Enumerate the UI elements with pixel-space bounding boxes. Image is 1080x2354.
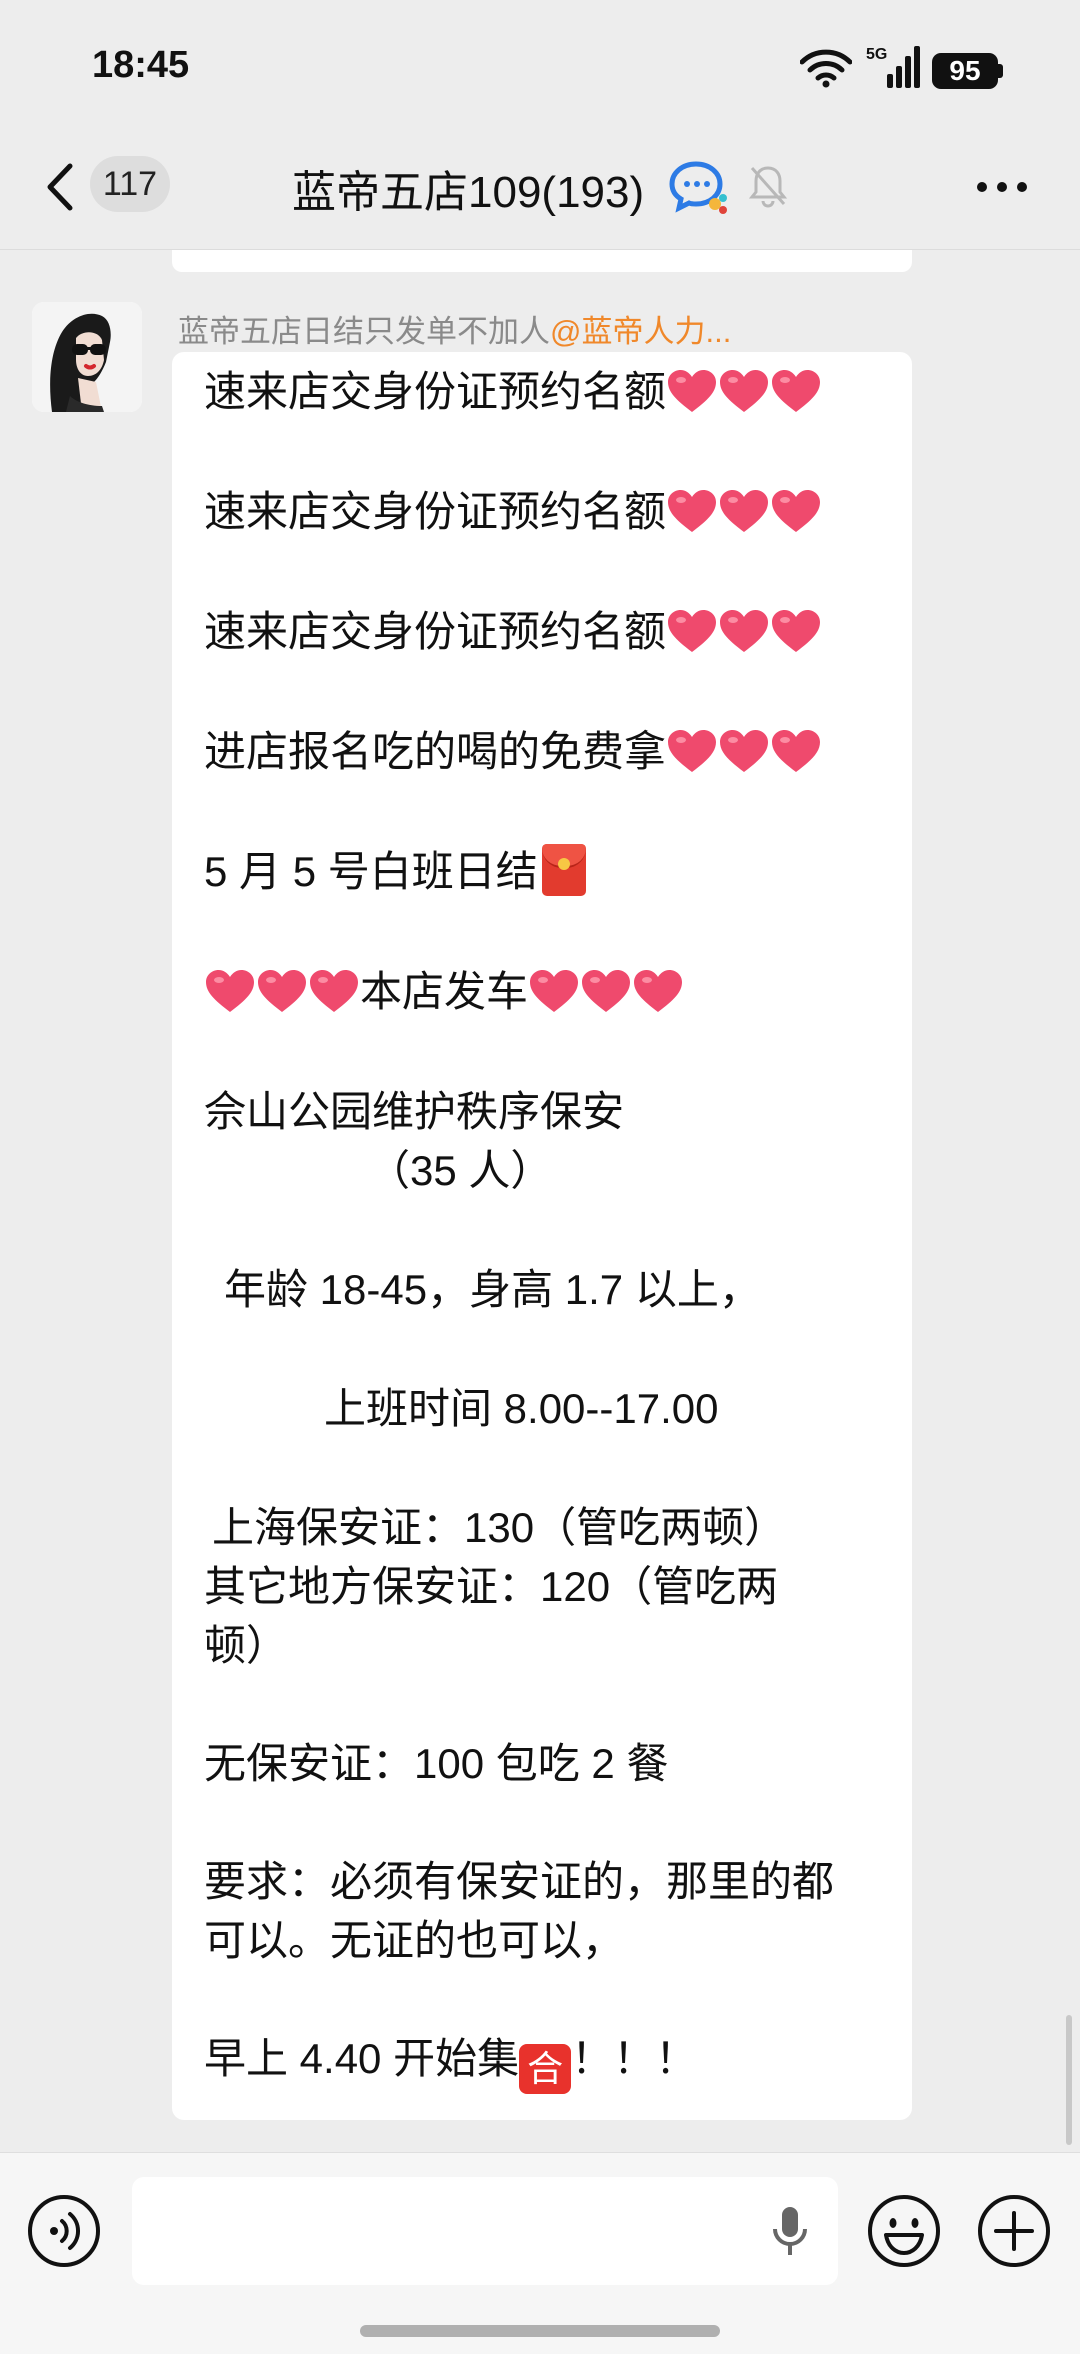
message-line-text: 本店发车 — [360, 968, 529, 1015]
heart-emoji — [718, 368, 770, 414]
heart-emoji — [770, 608, 822, 654]
message-line-text: 速来店交身份证预约名额 — [204, 368, 667, 415]
message-line: 本店发车 — [204, 962, 684, 1022]
message-line: 顿） — [204, 1622, 289, 1669]
voice-icon[interactable] — [26, 2193, 102, 2269]
avatar-image — [32, 302, 142, 412]
battery-tip — [998, 64, 1003, 78]
chat-bubble-icon — [669, 161, 727, 214]
message-line-text: 进店报名吃的喝的免费拿 — [204, 728, 667, 775]
chat-title: 蓝帝五店109(193) — [292, 168, 645, 217]
message-line: 上班时间 8.00--17.00 — [324, 1385, 719, 1432]
wifi-icon — [800, 49, 852, 88]
chat-message-list[interactable]: 蓝帝五店日结只发单不加人@蓝帝人力... 速来店交身份证预约名额 速来店交身份证… — [0, 250, 1080, 2152]
message-line: （35 人） — [368, 1147, 553, 1194]
message-line: 要求：必须有保安证的，那里的都 — [204, 1858, 835, 1905]
message-line: 5 月 5 号白班日结 — [204, 842, 586, 902]
heart-emoji — [308, 968, 360, 1014]
battery-level: 95 — [932, 53, 998, 89]
mention-link[interactable]: @蓝帝人力... — [550, 314, 731, 349]
message-input[interactable] — [132, 2177, 838, 2285]
heart-emoji — [770, 728, 822, 774]
message-line: 速来店交身份证预约名额 — [204, 482, 822, 542]
message-line: 早上 4.40 开始集合！！！ — [204, 2029, 697, 2094]
bell-off-icon — [748, 166, 788, 208]
heart-emoji — [718, 728, 770, 774]
message-line: 无保安证：100 包吃 2 餐 — [204, 1740, 669, 1787]
heart-emoji — [632, 968, 684, 1014]
heart-emoji — [718, 488, 770, 534]
he-character-emoji: 合 — [519, 2044, 572, 2094]
message-bubble[interactable]: 速来店交身份证预约名额 速来店交身份证预约名额 速来店交身份证预约名额 进店报名… — [172, 352, 912, 2120]
chevron-left-icon[interactable] — [42, 162, 78, 212]
red-packet-emoji — [541, 844, 586, 896]
emoji-icon[interactable] — [866, 2193, 942, 2269]
message-line-text: ！！！ — [571, 2035, 698, 2082]
home-indicator[interactable] — [360, 2325, 720, 2337]
message-line: 佘山公园维护秩序保安 — [204, 1088, 625, 1135]
heart-emoji — [666, 488, 718, 534]
sender-avatar[interactable] — [32, 302, 142, 412]
status-bar: 18:45 5G 95 — [0, 0, 1080, 130]
heart-emoji — [666, 608, 718, 654]
heart-emoji — [528, 968, 580, 1014]
message-line: 进店报名吃的喝的免费拿 — [204, 722, 822, 782]
message-line: 年龄 18-45，身高 1.7 以上， — [224, 1266, 761, 1313]
plus-icon[interactable] — [976, 2193, 1052, 2269]
chat-header: 117 蓝帝五店109(193) — [0, 130, 1080, 250]
sender-name[interactable]: 蓝帝五店日结只发单不加人 — [178, 314, 550, 349]
heart-emoji — [770, 488, 822, 534]
heart-emoji — [666, 728, 718, 774]
heart-emoji — [718, 608, 770, 654]
heart-emoji — [204, 968, 256, 1014]
message-line: 速来店交身份证预约名额 — [204, 602, 822, 662]
input-bar — [0, 2152, 1080, 2354]
message-line-text: 5 月 5 号白班日结 — [204, 848, 538, 895]
microphone-icon[interactable] — [770, 2203, 810, 2259]
heart-emoji — [256, 968, 308, 1014]
status-time: 18:45 — [92, 44, 190, 86]
sender-info: 蓝帝五店日结只发单不加人@蓝帝人力... — [178, 306, 731, 351]
heart-emoji — [666, 368, 718, 414]
signal-icon — [887, 46, 920, 88]
heart-emoji — [770, 368, 822, 414]
message-line: 速来店交身份证预约名额 — [204, 362, 822, 422]
message-line: 其它地方保安证：120（管吃两 — [204, 1563, 779, 1610]
message-line: 上海保安证：130（管吃两顿） — [212, 1504, 787, 1551]
unread-count-badge[interactable]: 117 — [90, 156, 170, 212]
heart-emoji — [580, 968, 632, 1014]
message-line: 可以。无证的也可以， — [204, 1917, 625, 1964]
previous-message-bubble[interactable] — [172, 250, 912, 272]
message-line-text: 早上 4.40 开始集 — [204, 2035, 520, 2082]
message-line-text: 速来店交身份证预约名额 — [204, 488, 667, 535]
scrollbar[interactable] — [1066, 2015, 1072, 2145]
message-line-text: 速来店交身份证预约名额 — [204, 608, 667, 655]
more-dots-icon[interactable] — [976, 180, 1028, 194]
